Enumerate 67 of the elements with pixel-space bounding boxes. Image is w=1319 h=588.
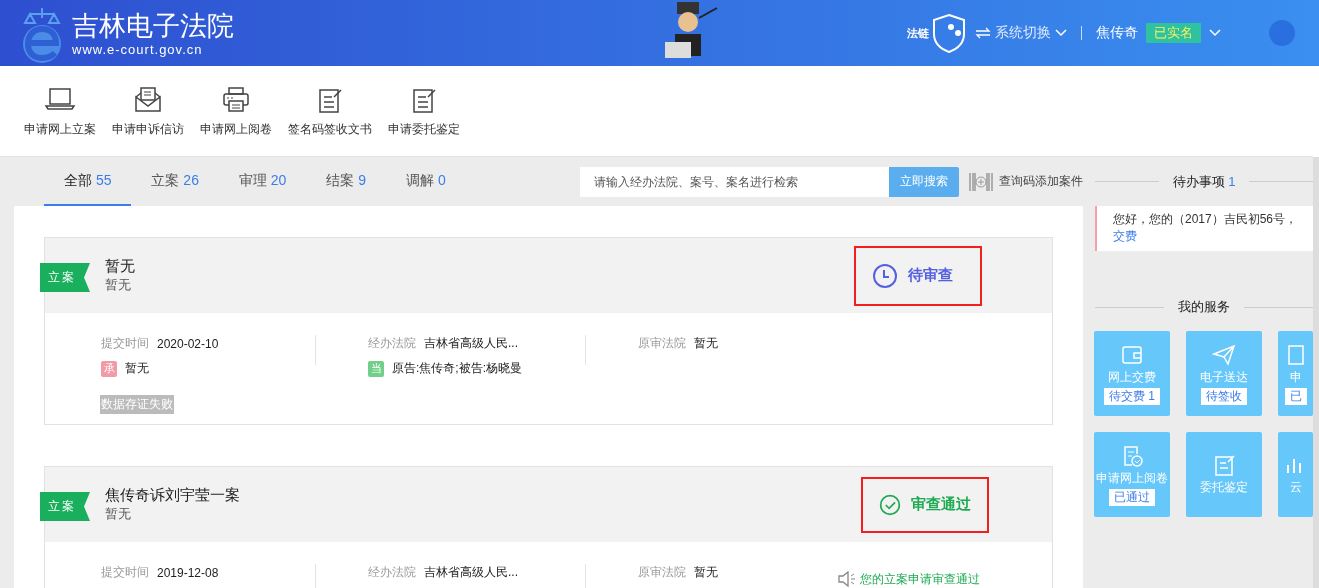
- service-tile[interactable]: 网上交费 待交费 1: [1094, 331, 1170, 416]
- field-value: 2020-02-10: [157, 336, 219, 351]
- verified-badge: 已实名: [1146, 23, 1201, 43]
- judge-mark: 承: [101, 360, 117, 377]
- toolbar-button[interactable]: 申请委托鉴定: [380, 66, 468, 156]
- field-label: 经办法院: [368, 564, 416, 581]
- tab[interactable]: 调解 0: [386, 157, 466, 206]
- toolbar-button[interactable]: 申请网上阅卷: [192, 66, 280, 156]
- status-label: 审查通过: [911, 495, 971, 514]
- case-subtitle: 暂无: [105, 276, 132, 294]
- toolbar-button[interactable]: 签名码签收文书: [280, 66, 380, 156]
- field-label: 经办法院: [368, 335, 416, 352]
- party-mark: 当: [368, 360, 384, 377]
- toolbar-button[interactable]: 申请申诉信访: [104, 66, 192, 156]
- services-title: 我的服务: [1178, 298, 1230, 316]
- chevron-down-icon[interactable]: [1209, 29, 1221, 37]
- pay-link[interactable]: 交费: [1113, 228, 1137, 245]
- stage-ribbon: 立案: [40, 263, 90, 292]
- case-title[interactable]: 焦传奇诉刘宇莹一案: [105, 486, 240, 505]
- parties: 原告:焦传奇;被告:杨晓曼: [392, 360, 522, 377]
- field-value: 暂无: [694, 335, 718, 352]
- service-tile[interactable]: 电子送达 待签收: [1186, 331, 1262, 416]
- todo-title: 待办事项 1: [1172, 172, 1236, 191]
- toolbar-button[interactable]: 申请网上立案: [16, 66, 104, 156]
- clock-icon: [872, 262, 898, 289]
- avatar-circle[interactable]: [1269, 20, 1295, 46]
- service-tile[interactable]: 申 已: [1278, 331, 1313, 416]
- field-value: 暂无: [694, 564, 718, 581]
- failure-tag: 数据存证失败: [100, 395, 174, 414]
- field-value: 吉林省高级人民...: [424, 335, 518, 352]
- field-label: 提交时间: [101, 335, 149, 352]
- add-by-code-button[interactable]: 查询码添加案件: [965, 172, 1087, 191]
- field-label: 原审法院: [638, 564, 686, 581]
- speaker-icon: [838, 571, 856, 587]
- scrollbar[interactable]: [1313, 157, 1319, 588]
- status-label: 待审查: [908, 266, 953, 285]
- site-title: 吉林电子法院: [72, 9, 234, 42]
- shield-icon: [931, 13, 967, 53]
- user-name: 焦传奇: [1096, 24, 1138, 42]
- barcode-plus-icon: [969, 172, 993, 191]
- case-subtitle: 暂无: [105, 505, 132, 523]
- field-value: 吉林省高级人民...: [424, 564, 518, 581]
- case-title[interactable]: 暂无: [105, 257, 135, 276]
- judge-name: 暂无: [125, 360, 149, 377]
- envelope-icon: [132, 84, 164, 115]
- field-label: 原审法院: [638, 335, 686, 352]
- status-badge: 待签收: [1201, 387, 1247, 405]
- notice-text: 您的立案申请审查通过: [860, 570, 980, 588]
- tab[interactable]: 立案 26: [131, 157, 219, 206]
- search-field[interactable]: 请输入经办法院、案号、案名进行检索: [580, 166, 889, 197]
- status-badge: 已通过: [1109, 488, 1155, 506]
- stage-ribbon: 立案: [40, 492, 90, 521]
- chevron-down-icon: [1055, 29, 1067, 37]
- status-badge: 已: [1284, 387, 1307, 405]
- todo-message: 您好，您的（2017）吉民初56号，: [1113, 211, 1298, 228]
- chain-label: 法链: [907, 25, 929, 41]
- edit-document-icon: [1212, 453, 1236, 477]
- tab[interactable]: 审理 20: [218, 157, 307, 206]
- site-url: www.e-court.gov.cn: [72, 41, 204, 57]
- service-tile[interactable]: 申请网上阅卷 已通过: [1094, 432, 1170, 517]
- printer-icon: [220, 84, 252, 115]
- field-value: 2019-12-08: [157, 565, 219, 580]
- status-badge: 待交费 1: [1104, 387, 1160, 405]
- paper-plane-icon: [1212, 342, 1236, 367]
- tab[interactable]: 结案 9: [306, 157, 387, 206]
- field-label: 提交时间: [101, 564, 149, 581]
- swap-arrows-icon: [975, 27, 991, 39]
